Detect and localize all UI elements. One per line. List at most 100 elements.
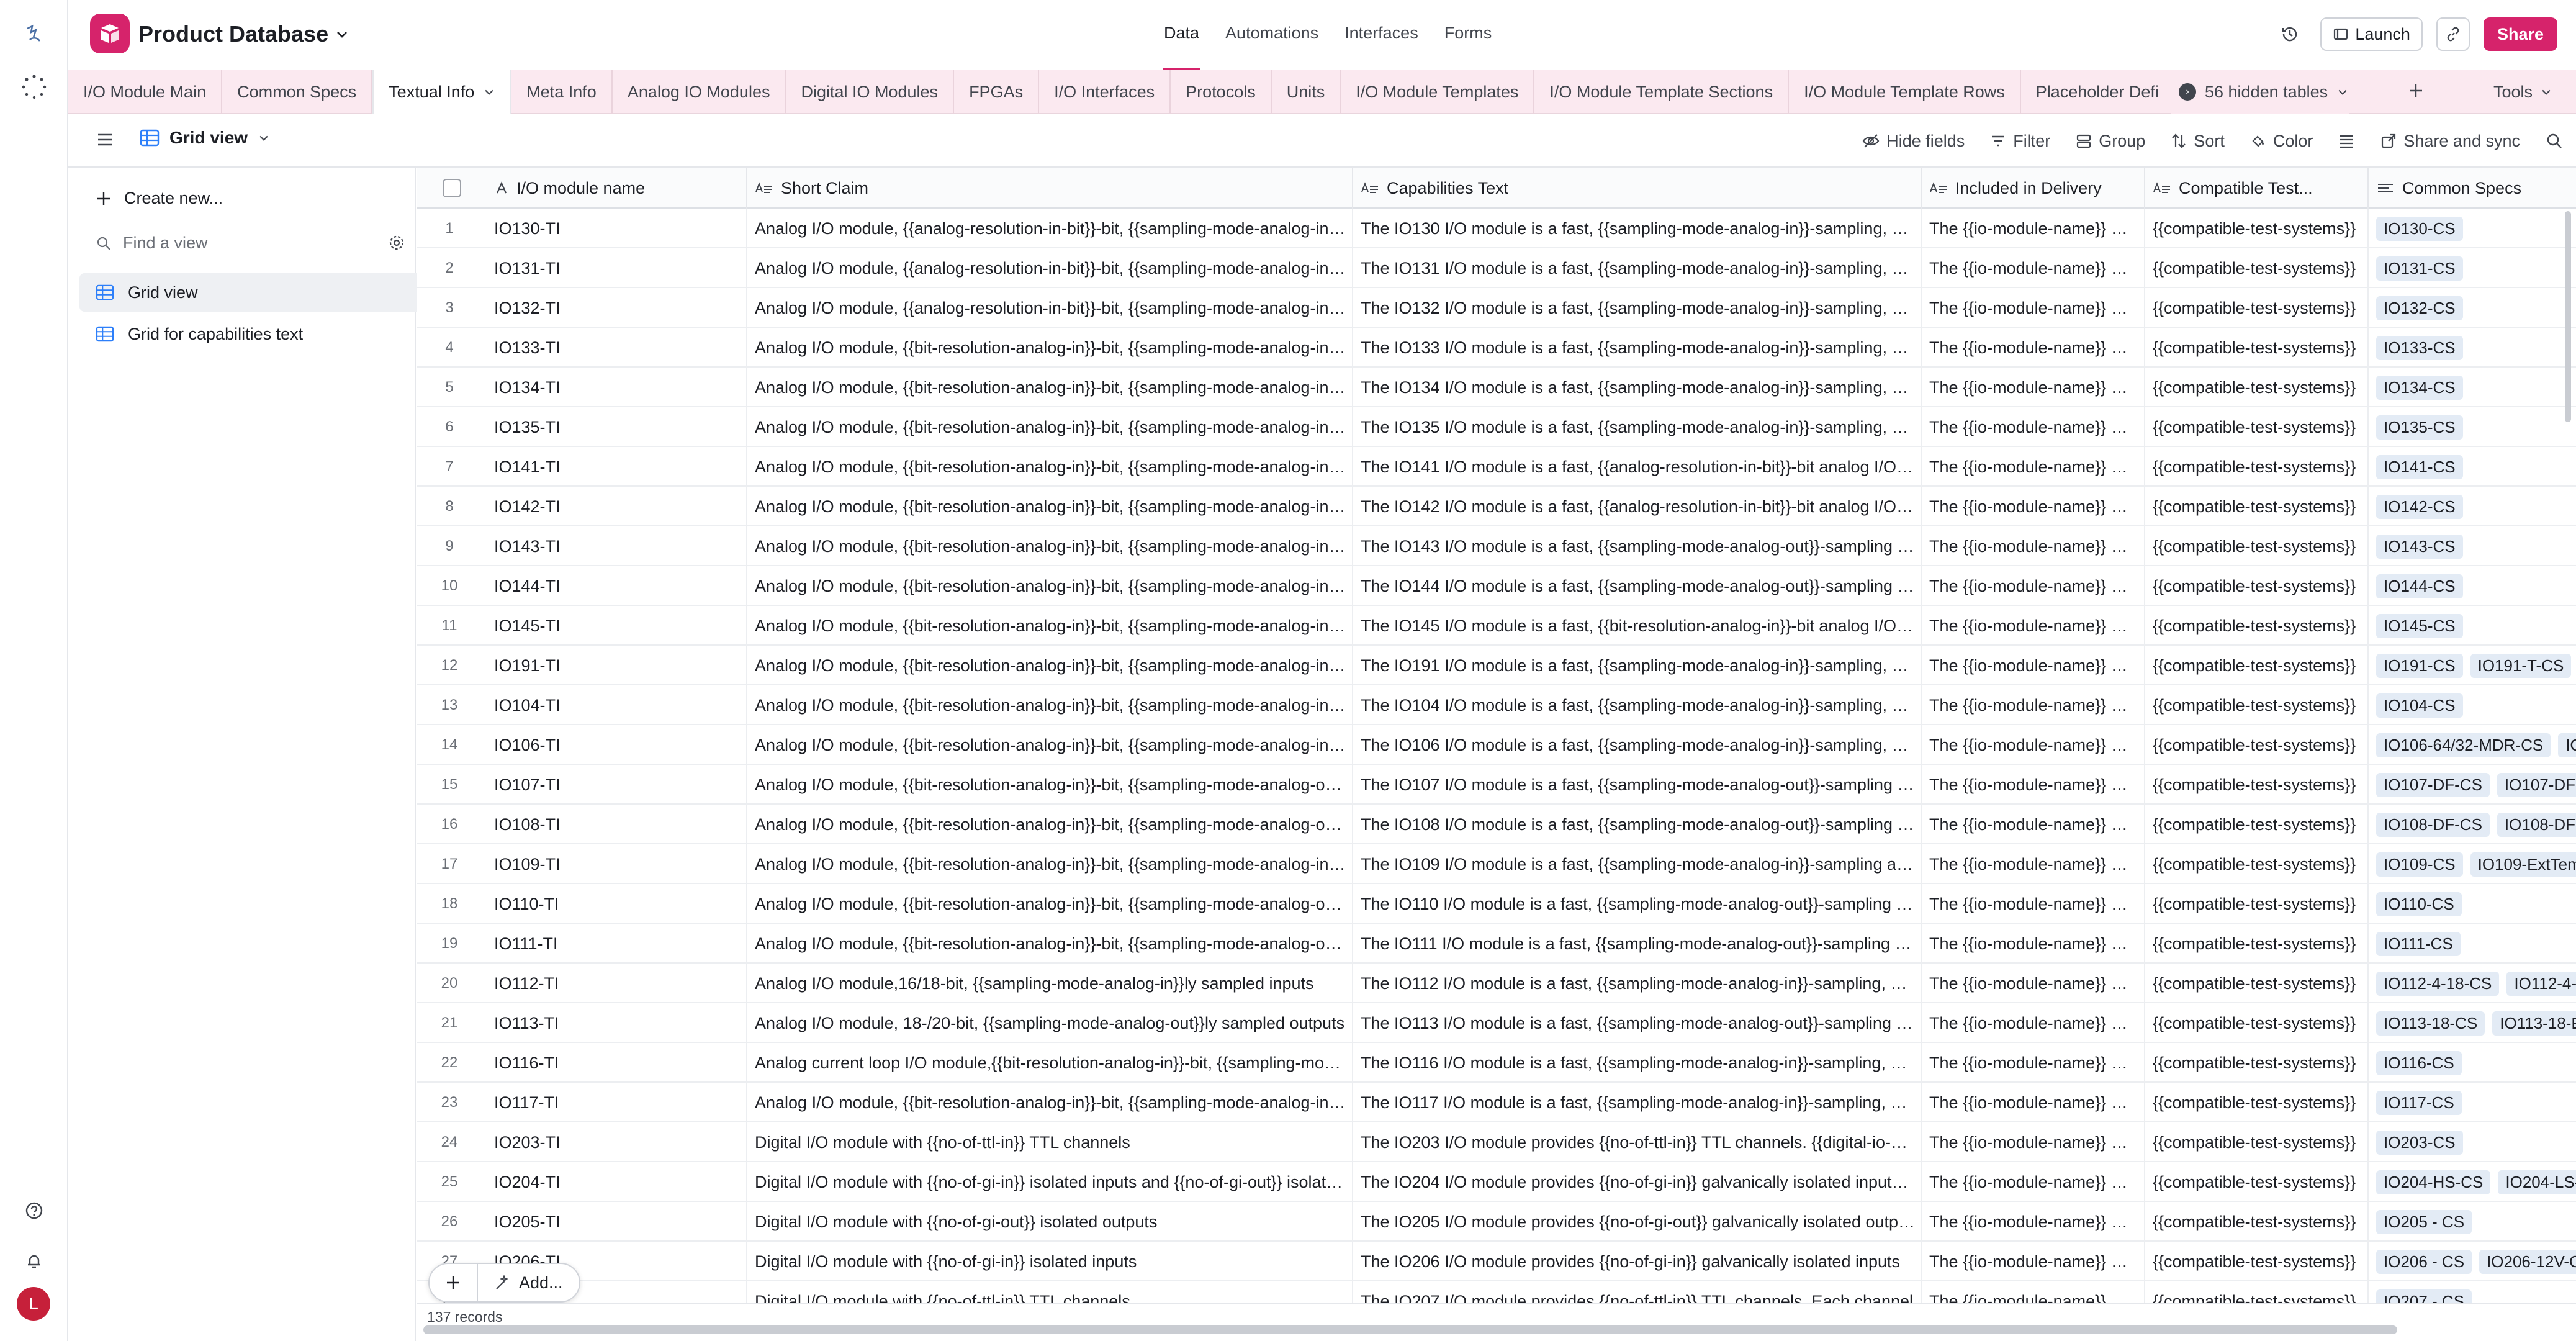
cell-cap[interactable]: The IO133 I/O module is a fast, {{sampli… <box>1353 328 1922 368</box>
cell-cap[interactable]: The IO131 I/O module is a fast, {{sampli… <box>1353 248 1922 288</box>
table-row[interactable]: 21 IO113-TI Analog I/O module, 18-/20-bit,… <box>417 1003 2576 1043</box>
cell-compat[interactable]: {{compatible-test-systems}} <box>2145 606 2369 646</box>
cell-specs[interactable]: IO206 - CS IO206-12V-CS <box>2369 1242 2576 1281</box>
cell-inc[interactable]: The {{io-module-name}} module is deliver… <box>1922 884 2145 924</box>
cell-claim[interactable]: Analog I/O module, {{bit-resolution-anal… <box>747 407 1353 447</box>
cell-cap[interactable]: The IO204 I/O module provides {{no-of-gi… <box>1353 1162 1922 1202</box>
cell-compat[interactable]: {{compatible-test-systems}} <box>2145 368 2369 407</box>
cell-inc[interactable]: The {{io-module-name}} module is deliver… <box>1922 606 2145 646</box>
table-tab[interactable]: Textual Info <box>372 70 512 114</box>
cell-name[interactable]: IO143-TI <box>487 526 747 566</box>
cell-inc[interactable]: The {{io-module-name}} module is deliver… <box>1922 1242 2145 1281</box>
cell-specs[interactable]: IO135-CS <box>2369 407 2576 447</box>
cell-cap[interactable]: The IO143 I/O module is a fast, {{sampli… <box>1353 526 1922 566</box>
cell-inc[interactable]: The {{io-module-name}} module is deliver… <box>1922 805 2145 844</box>
table-tab[interactable]: FPGAs <box>954 70 1040 114</box>
cell-claim[interactable]: Analog I/O module,16/18-bit, {{sampling-… <box>747 964 1353 1003</box>
cell-name[interactable]: IO109-TI <box>487 844 747 884</box>
table-tab[interactable]: I/O Module Template Sections <box>1534 70 1790 114</box>
cell-compat[interactable]: {{compatible-test-systems}} <box>2145 288 2369 328</box>
linked-record-chip[interactable]: IO142-CS <box>2376 494 2463 519</box>
cell-cap[interactable]: The IO110 I/O module is a fast, {{sampli… <box>1353 884 1922 924</box>
horizontal-scrollbar[interactable] <box>423 1325 2397 1334</box>
linked-record-chip[interactable]: IO135-CS <box>2376 415 2463 440</box>
table-row[interactable]: 3 IO132-TI Analog I/O module, {{analog-res… <box>417 288 2576 328</box>
table-tab[interactable]: I/O Module Templates <box>1341 70 1535 114</box>
color-button[interactable]: Color <box>2249 132 2313 151</box>
table-row[interactable]: 23 IO117-TI Analog I/O module, {{bit-resol… <box>417 1083 2576 1122</box>
column-header[interactable]: I/O module name <box>487 168 747 209</box>
tab-automations[interactable]: Automations <box>1225 24 1318 43</box>
table-row[interactable]: 17 IO109-TI Analog I/O module, {{bit-resol… <box>417 844 2576 884</box>
cell-cap[interactable]: The IO144 I/O module is a fast, {{sampli… <box>1353 566 1922 606</box>
cell-specs[interactable]: IO141-CS <box>2369 447 2576 487</box>
copy-link-button[interactable] <box>2436 17 2470 51</box>
linked-record-chip[interactable]: IO204-LS-CS <box>2498 1170 2576 1194</box>
linked-record-chip[interactable]: IO110-CS <box>2376 892 2462 916</box>
cell-compat[interactable]: {{compatible-test-systems}} <box>2145 209 2369 248</box>
table-tab[interactable]: I/O Module Template Rows <box>1789 70 2021 114</box>
cell-claim[interactable]: Analog I/O module, {{bit-resolution-anal… <box>747 924 1353 964</box>
table-row[interactable]: 16 IO108-TI Analog I/O module, {{bit-resol… <box>417 805 2576 844</box>
cell-compat[interactable]: {{compatible-test-systems}} <box>2145 1003 2369 1043</box>
linked-record-chip[interactable]: IO108-DF-CS <box>2376 812 2490 837</box>
add-record-button[interactable] <box>430 1264 478 1301</box>
cell-cap[interactable]: The IO135 I/O module is a fast, {{sampli… <box>1353 407 1922 447</box>
table-row[interactable]: 26 IO205-TI Digital I/O module with {{no-o… <box>417 1202 2576 1242</box>
table-row[interactable]: 2 IO131-TI Analog I/O module, {{analog-res… <box>417 248 2576 288</box>
cell-claim[interactable]: Analog I/O module, {{bit-resolution-anal… <box>747 765 1353 805</box>
table-row[interactable]: 14 IO106-TI Analog I/O module, {{bit-resol… <box>417 725 2576 765</box>
cell-specs[interactable]: IO109-CS IO109-ExtTemp-CS <box>2369 844 2576 884</box>
cell-name[interactable]: IO110-TI <box>487 884 747 924</box>
cell-specs[interactable]: IO204-HS-CS IO204-LS-CS <box>2369 1162 2576 1202</box>
cell-cap[interactable]: The IO111 I/O module is a fast, {{sampli… <box>1353 924 1922 964</box>
cell-specs[interactable]: IO113-18-CS IO113-18-ExtTemp-CS <box>2369 1003 2576 1043</box>
cell-name[interactable]: IO113-TI <box>487 1003 747 1043</box>
cell-compat[interactable]: {{compatible-test-systems}} <box>2145 407 2369 447</box>
cell-compat[interactable]: {{compatible-test-systems}} <box>2145 526 2369 566</box>
linked-record-chip[interactable]: IO109-ExtTemp-CS <box>2470 852 2576 877</box>
cell-inc[interactable]: The {{io-module-name}} module is deliver… <box>1922 447 2145 487</box>
cell-cap[interactable]: The IO107 I/O module is a fast, {{sampli… <box>1353 765 1922 805</box>
cell-specs[interactable]: IO108-DF-CS IO108-DF-ExtTemp-CS <box>2369 805 2576 844</box>
linked-record-chip[interactable]: IO191-T-CS <box>2470 653 2572 678</box>
sort-button[interactable]: Sort <box>2170 132 2225 151</box>
cell-compat[interactable]: {{compatible-test-systems}} <box>2145 844 2369 884</box>
tab-data[interactable]: Data <box>1162 24 1201 71</box>
cell-name[interactable]: IO117-TI <box>487 1083 747 1122</box>
cell-cap[interactable]: The IO130 I/O module is a fast, {{sampli… <box>1353 209 1922 248</box>
cell-name[interactable]: IO116-TI <box>487 1043 747 1083</box>
cell-name[interactable]: IO191-TI <box>487 646 747 685</box>
table-tab[interactable]: Common Specs <box>222 70 373 114</box>
cell-name[interactable]: IO131-TI <box>487 248 747 288</box>
cell-inc[interactable]: The {{io-module-name}} module is deliver… <box>1922 248 2145 288</box>
cell-name[interactable]: IO205-TI <box>487 1202 747 1242</box>
cell-specs[interactable]: IO143-CS <box>2369 526 2576 566</box>
cell-inc[interactable]: The {{io-module-name}} module is deliver… <box>1922 924 2145 964</box>
cell-compat[interactable]: {{compatible-test-systems}} <box>2145 487 2369 526</box>
create-new-view-button[interactable]: Create new... <box>96 189 223 208</box>
sidebar-item-grid-view[interactable]: Grid view <box>79 273 474 312</box>
table-row[interactable]: 11 IO145-TI Analog I/O module, {{bit-resol… <box>417 606 2576 646</box>
table-row[interactable]: 20 IO112-TI Analog I/O module,16/18-bit, {… <box>417 964 2576 1003</box>
linked-record-chip[interactable]: IO191-CS <box>2376 653 2463 678</box>
cell-inc[interactable]: The {{io-module-name}} module is deliver… <box>1922 725 2145 765</box>
linked-record-chip[interactable]: IO107-DF-CS <box>2376 772 2490 797</box>
view-switcher[interactable]: Grid view <box>140 128 270 148</box>
cell-inc[interactable]: The {{io-module-name}} module is deliver… <box>1922 1202 2145 1242</box>
cell-inc[interactable]: The {{io-module-name}} module is deliver… <box>1922 844 2145 884</box>
find-view-input[interactable]: Find a view <box>96 233 406 253</box>
cell-claim[interactable]: Analog I/O module, {{bit-resolution-anal… <box>747 884 1353 924</box>
cell-claim[interactable]: Analog I/O module, {{bit-resolution-anal… <box>747 844 1353 884</box>
add-with-ai-button[interactable]: Add... <box>478 1273 579 1293</box>
cell-inc[interactable]: The {{io-module-name}} module is deliver… <box>1922 646 2145 685</box>
cell-compat[interactable]: {{compatible-test-systems}} <box>2145 646 2369 685</box>
cell-compat[interactable]: {{compatible-test-systems}} <box>2145 964 2369 1003</box>
linked-record-chip[interactable]: IO203-CS <box>2376 1130 2463 1155</box>
cell-claim[interactable]: Analog I/O module, {{analog-resolution-i… <box>747 248 1353 288</box>
cell-compat[interactable]: {{compatible-test-systems}} <box>2145 566 2369 606</box>
linked-record-chip[interactable]: IO134-CS <box>2376 375 2463 400</box>
cell-inc[interactable]: The {{io-module-name}} module is deliver… <box>1922 1043 2145 1083</box>
linked-record-chip[interactable]: IO204-HS-CS <box>2376 1170 2491 1194</box>
linked-record-chip[interactable]: IO131-CS <box>2376 256 2463 281</box>
